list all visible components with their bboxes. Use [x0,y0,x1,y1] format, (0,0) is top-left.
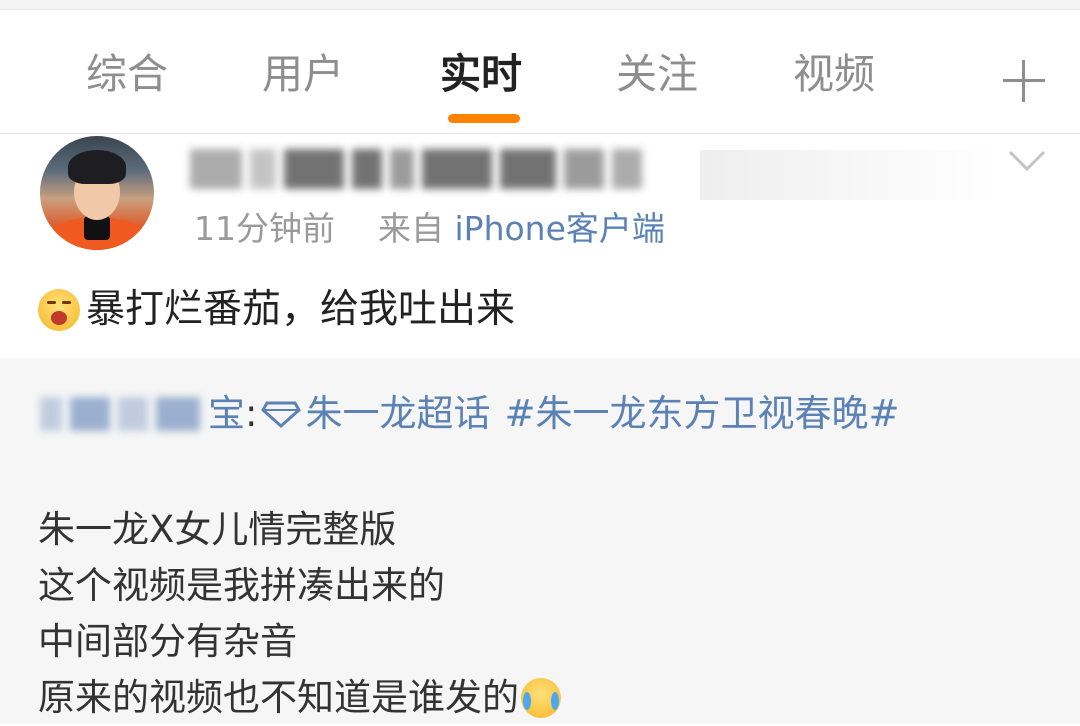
tab-bar: 综合 用户 实时 关注 视频 [0,10,1080,134]
hashtag-link[interactable]: #朱一龙东方卫视春晚# [504,386,899,442]
repost-author-suffix[interactable]: 宝 [208,386,245,442]
laugh-cry-emoji-icon [521,678,561,718]
repost-colon: : [245,392,258,435]
status-strip [0,0,1080,10]
post-text: 暴打烂番茄，给我吐出来 [86,287,516,332]
repost-author-redacted[interactable] [40,397,200,431]
repost-body-line: 中间部分有杂音 [38,620,297,663]
tab-comprehensive[interactable]: 综合 [86,44,168,104]
repost-body-line: 这个视频是我拼凑出来的 [38,564,445,607]
tab-video[interactable]: 视频 [793,44,875,104]
post-time: 11分钟前 [194,209,335,248]
scream-emoji-icon [38,289,80,331]
username-redacted-fade [700,150,1000,200]
tab-realtime[interactable]: 实时 [440,44,522,104]
repost-body: 朱一龙X女儿情完整版 这个视频是我拼凑出来的 中间部分有杂音 原来的视频也不知道… [38,502,1038,726]
avatar[interactable] [40,136,154,250]
repost-body-line: 朱一龙X女儿情完整版 [38,508,397,551]
username-redacted[interactable] [190,140,710,198]
post-source[interactable]: iPhone客户端 [455,209,665,248]
chevron-down-icon[interactable] [1008,150,1046,172]
repost-card[interactable]: 宝 : 朱一龙超话 #朱一龙东方卫视春晚# 朱一龙X女儿情完整版 这个视频是我拼… [0,358,1080,724]
post-from-label: 来自 [378,209,444,248]
repost-header: 宝 : 朱一龙超话 #朱一龙东方卫视春晚# [40,386,899,442]
post-content: 暴打烂番茄，给我吐出来 [38,280,515,340]
repost-body-line: 原来的视频也不知道是谁发的 [38,676,519,719]
post-meta: 11分钟前 来自 iPhone客户端 [194,205,665,253]
tab-users[interactable]: 用户 [262,44,344,104]
plus-icon[interactable] [1003,60,1045,102]
tab-following[interactable]: 关注 [616,44,698,104]
super-topic-link[interactable]: 朱一龙超话 [305,386,490,442]
active-tab-indicator [448,114,520,123]
diamond-icon [261,401,302,429]
